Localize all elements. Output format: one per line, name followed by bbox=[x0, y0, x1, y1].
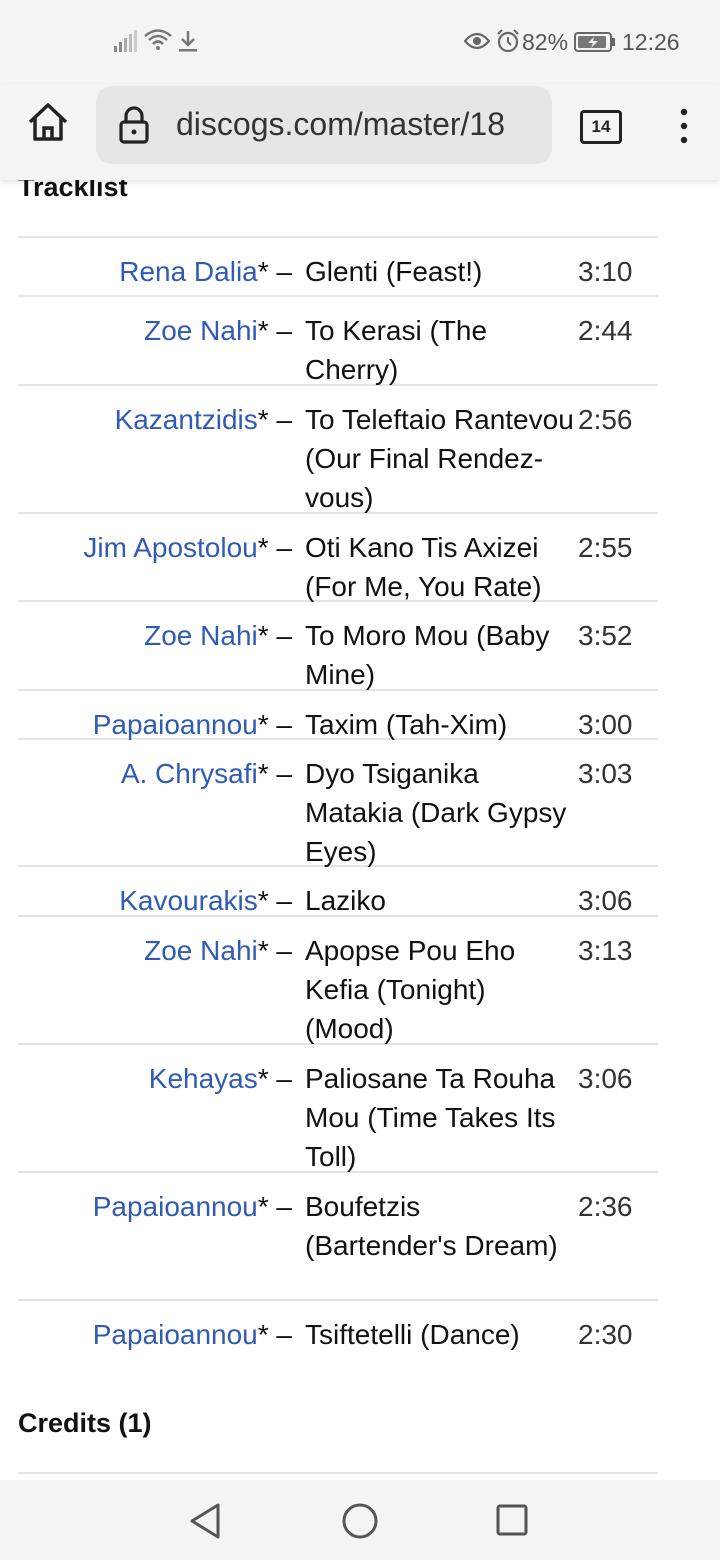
artist-separator: * – bbox=[257, 1319, 292, 1350]
artist-separator: * – bbox=[257, 935, 292, 966]
track-duration: 3:13 bbox=[578, 935, 633, 966]
track-artist-cell: A. Chrysafi* – bbox=[121, 754, 292, 793]
track-title: To Moro Mou (Baby Mine) bbox=[305, 620, 550, 690]
track-duration: 2:56 bbox=[578, 404, 633, 435]
track-title: Laziko bbox=[305, 885, 386, 916]
artist-link[interactable]: Kavourakis bbox=[119, 885, 258, 916]
track-title: Paliosane Ta Rouha Mou (Time Takes Its T… bbox=[305, 1063, 556, 1172]
track-row: Kazantzidis* – To Teleftaio Rantevou (Our… bbox=[18, 386, 658, 514]
artist-link[interactable]: Jim Apostolou bbox=[83, 532, 257, 563]
signal-icon bbox=[114, 30, 137, 52]
home-icon[interactable] bbox=[26, 100, 70, 144]
artist-separator: * – bbox=[257, 1063, 292, 1094]
track-row: Kehayas* – Paliosane Ta Rouha Mou (Time T… bbox=[18, 1045, 658, 1173]
artist-separator: * – bbox=[257, 404, 292, 435]
artist-link[interactable]: Zoe Nahi bbox=[144, 935, 258, 966]
artist-link[interactable]: Kehayas bbox=[149, 1063, 258, 1094]
artist-link[interactable]: Kazantzidis bbox=[115, 404, 258, 435]
track-duration: 3:03 bbox=[578, 758, 633, 789]
artist-separator: * – bbox=[257, 885, 292, 916]
battery-icon bbox=[574, 32, 615, 52]
track-artist-cell: Kazantzidis* – bbox=[115, 400, 292, 439]
track-artist-cell: Kavourakis* – bbox=[119, 881, 292, 920]
track-row: Zoe Nahi* – To Moro Mou (Baby Mine) 3:52 bbox=[18, 602, 658, 691]
artist-link[interactable]: Zoe Nahi bbox=[144, 620, 258, 651]
track-row: Kavourakis* – Laziko 3:06 bbox=[18, 867, 658, 917]
artist-separator: * – bbox=[257, 315, 292, 346]
artist-separator: * – bbox=[257, 532, 292, 563]
track-duration: 2:44 bbox=[578, 315, 633, 346]
track-artist-cell: Zoe Nahi* – bbox=[144, 616, 292, 655]
artist-link[interactable]: Papaioannou bbox=[93, 1191, 258, 1222]
track-artist-cell: Papaioannou* – bbox=[93, 1187, 292, 1226]
track-title: Dyo Tsiganika Matakia (Dark Gypsy Eyes) bbox=[305, 758, 567, 867]
menu-icon[interactable] bbox=[674, 106, 694, 146]
track-duration: 3:52 bbox=[578, 620, 633, 651]
clock: 12:26 bbox=[622, 29, 680, 55]
track-title: To Teleftaio Rantevou (Our Final Rendez-… bbox=[305, 404, 574, 513]
track-title: Boufetzis (Bartender's Dream) bbox=[305, 1191, 558, 1261]
track-row: A. Chrysafi* – Dyo Tsiganika Matakia (Dar… bbox=[18, 740, 658, 867]
artist-link[interactable]: Rena Dalia bbox=[119, 256, 258, 287]
address-bar[interactable]: discogs.com/master/18 bbox=[96, 86, 552, 164]
track-artist-cell: Jim Apostolou* – bbox=[83, 528, 292, 567]
divider bbox=[18, 1472, 658, 1474]
url-text: discogs.com/master/18 bbox=[176, 106, 506, 142]
track-duration: 3:10 bbox=[578, 256, 633, 287]
battery-percentage: 82% bbox=[522, 29, 569, 55]
tab-count-button[interactable]: 14 bbox=[580, 110, 622, 144]
track-title: Oti Kano Tis Axizei (For Me, You Rate) bbox=[305, 532, 542, 602]
artist-separator: * – bbox=[257, 1191, 292, 1222]
artist-separator: * – bbox=[257, 709, 292, 740]
url-fade bbox=[512, 86, 552, 164]
track-row: Papaioannou* – Boufetzis (Bartender's Dre… bbox=[18, 1173, 658, 1301]
wifi-icon bbox=[144, 29, 172, 50]
track-duration: 2:55 bbox=[578, 532, 633, 563]
artist-link[interactable]: Papaioannou bbox=[93, 709, 258, 740]
track-title: To Kerasi (The Cherry) bbox=[305, 315, 488, 385]
track-title: Tsiftetelli (Dance) bbox=[305, 1319, 520, 1350]
browser-toolbar: discogs.com/master/18 14 bbox=[0, 84, 720, 180]
track-title: Glenti (Feast!) bbox=[305, 256, 483, 287]
track-row: Zoe Nahi* – To Kerasi (The Cherry) 2:44 bbox=[18, 297, 658, 386]
track-row: Jim Apostolou* – Oti Kano Tis Axizei (For… bbox=[18, 514, 658, 602]
track-artist-cell: Papaioannou* – bbox=[93, 1315, 292, 1354]
track-title: Taxim (Tah-Xim) bbox=[305, 709, 508, 740]
artist-separator: * – bbox=[257, 620, 292, 651]
artist-separator: * – bbox=[257, 256, 292, 287]
track-duration: 3:06 bbox=[578, 1063, 633, 1094]
track-artist-cell: Papaioannou* – bbox=[93, 705, 292, 744]
artist-link[interactable]: Papaioannou bbox=[93, 1319, 258, 1350]
track-duration: 2:30 bbox=[578, 1319, 633, 1350]
alarm-icon bbox=[497, 29, 519, 53]
track-row: Zoe Nahi* – Apopse Pou Eho Kefia (Tonight… bbox=[18, 917, 658, 1045]
download-icon bbox=[179, 31, 197, 52]
back-icon[interactable] bbox=[188, 1502, 222, 1540]
credits-heading[interactable]: Credits (1) bbox=[18, 1408, 152, 1439]
recents-icon[interactable] bbox=[495, 1503, 529, 1537]
home-circle-icon[interactable] bbox=[341, 1502, 379, 1540]
eye-icon bbox=[464, 32, 490, 50]
artist-link[interactable]: Zoe Nahi bbox=[144, 315, 258, 346]
artist-separator: * – bbox=[257, 758, 292, 789]
track-title: Apopse Pou Eho Kefia (Tonight) (Mood) bbox=[305, 935, 516, 1044]
lock-icon bbox=[119, 106, 149, 144]
track-artist-cell: Zoe Nahi* – bbox=[144, 311, 292, 350]
track-artist-cell: Kehayas* – bbox=[149, 1059, 292, 1098]
track-artist-cell: Zoe Nahi* – bbox=[144, 931, 292, 970]
track-duration: 3:06 bbox=[578, 885, 633, 916]
track-duration: 3:00 bbox=[578, 709, 633, 740]
track-row: Papaioannou* – Taxim (Tah-Xim) 3:00 bbox=[18, 691, 658, 740]
system-nav-bar bbox=[0, 1480, 720, 1560]
artist-link[interactable]: A. Chrysafi bbox=[121, 758, 258, 789]
track-row: Papaioannou* – Tsiftetelli (Dance) 2:30 bbox=[18, 1301, 658, 1359]
track-row: Rena Dalia* – Glenti (Feast!) 3:10 bbox=[18, 238, 658, 297]
status-bar: 82% 12:26 bbox=[0, 0, 720, 84]
track-duration: 2:36 bbox=[578, 1191, 633, 1222]
track-artist-cell: Rena Dalia* – bbox=[119, 252, 292, 291]
